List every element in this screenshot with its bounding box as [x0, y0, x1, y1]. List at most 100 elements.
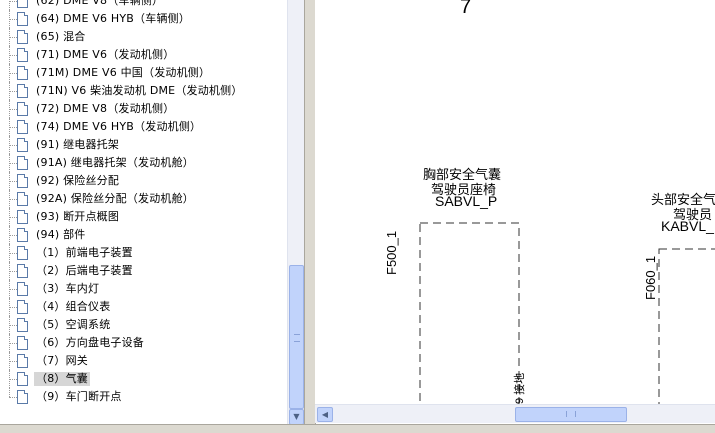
- document-icon: [17, 138, 28, 152]
- tree-item-label: (72) DME V8（发动机侧）: [36, 102, 175, 115]
- tree-connector-line: [9, 271, 17, 272]
- tree-item-label: （1）前端电子装置: [36, 246, 133, 259]
- tree-item-label: （6）方向盘电子设备: [36, 336, 144, 349]
- tree-item[interactable]: (91A) 继电器托架（发动机舱）: [0, 154, 287, 172]
- tree-item-label: （5）空调系统: [36, 318, 111, 331]
- tree-item-label: (93) 断开点概图: [36, 210, 120, 223]
- document-icon: [17, 354, 28, 368]
- tree-item-label: (94) 部件: [36, 228, 86, 241]
- tree-item[interactable]: (65) 混合: [0, 28, 287, 46]
- tree-connector-line: [9, 55, 17, 56]
- tree-item[interactable]: （2）后端电子装置: [0, 262, 287, 280]
- tree-item-label: （3）车内灯: [36, 282, 100, 295]
- tree-item[interactable]: (92A) 保险丝分配（发动机舱）: [0, 190, 287, 208]
- document-icon: [17, 0, 28, 8]
- tree-item[interactable]: (71) DME V6（发动机侧）: [0, 46, 287, 64]
- tree-connector-line: [9, 37, 17, 38]
- tree-connector-line: [9, 235, 17, 236]
- tree-connector-line: [9, 325, 17, 326]
- tree-item[interactable]: （4）组合仪表: [0, 298, 287, 316]
- tree-connector-line: [9, 307, 17, 308]
- tree-item[interactable]: （6）方向盘电子设备: [0, 334, 287, 352]
- tree-item-label: (71) DME V6（发动机侧）: [36, 48, 175, 61]
- tree-connector-line: [9, 289, 17, 290]
- tree-connector-line: [9, 163, 17, 164]
- tree-item-label: (71N) V6 柴油发动机 DME（发动机侧）: [36, 84, 243, 97]
- tree-item[interactable]: (94) 部件: [0, 226, 287, 244]
- tree-connector-line: [9, 217, 17, 218]
- document-icon: [17, 246, 28, 260]
- tree-item[interactable]: (93) 断开点概图: [0, 208, 287, 226]
- document-icon: [17, 48, 28, 62]
- document-icon: [17, 192, 28, 206]
- tree-item[interactable]: （1）前端电子装置: [0, 244, 287, 262]
- tree-pane: (62) DME V8（车辆侧） (64) DME V6 HYB（车辆侧） (65)…: [0, 0, 287, 432]
- tree-connector-line: [9, 397, 17, 398]
- document-icon: [17, 300, 28, 314]
- tree-item[interactable]: (74) DME V6 HYB（发动机侧）: [0, 118, 287, 136]
- diagram-horizontal-scrollbar[interactable]: ◀: [315, 404, 715, 423]
- scroll-down-button[interactable]: ▼: [289, 409, 304, 425]
- document-icon: [17, 390, 28, 404]
- document-icon: [17, 336, 28, 350]
- tree-item-label: (92) 保险丝分配: [36, 174, 120, 187]
- tree-connector-line: [9, 91, 17, 92]
- tree-item[interactable]: （9）车门断开点: [0, 388, 287, 406]
- tree-item[interactable]: （8）气囊: [0, 370, 287, 388]
- tree-connector-line: [9, 19, 17, 20]
- document-icon: [17, 264, 28, 278]
- document-icon: [17, 66, 28, 80]
- tree-item[interactable]: （3）车内灯: [0, 280, 287, 298]
- tree-item[interactable]: (71M) DME V6 中国（发动机侧）: [0, 64, 287, 82]
- tree-item[interactable]: (62) DME V8（车辆侧）: [0, 0, 287, 10]
- tree-item-label: (65) 混合: [36, 30, 86, 43]
- tree-connector-line: [9, 388, 10, 397]
- tree-item[interactable]: （5）空调系统: [0, 316, 287, 334]
- tree-item[interactable]: (64) DME V6 HYB（车辆侧）: [0, 10, 287, 28]
- document-icon: [17, 156, 28, 170]
- tree-item[interactable]: (71N) V6 柴油发动机 DME（发动机侧）: [0, 82, 287, 100]
- tree-connector-line: [9, 127, 17, 128]
- tree-item[interactable]: (72) DME V8（发动机侧）: [0, 100, 287, 118]
- page-number: 7: [460, 0, 472, 18]
- tree-scroll-thumb[interactable]: [289, 265, 304, 409]
- scroll-grip-icon: [566, 411, 576, 417]
- arrow-left-icon: ◀: [321, 410, 329, 419]
- tree-connector-line: [9, 379, 17, 380]
- tree-connector-line: [9, 109, 17, 110]
- tree-item-label: (92A) 保险丝分配（发动机舱）: [36, 192, 195, 205]
- tree-item[interactable]: （7）网关: [0, 352, 287, 370]
- tree-connector-line: [9, 343, 17, 344]
- tree-item-label: （4）组合仪表: [36, 300, 111, 313]
- tree-item-label: (91) 继电器托架: [36, 138, 120, 151]
- scroll-left-button[interactable]: ◀: [317, 407, 333, 422]
- tree-connector-line: [9, 181, 17, 182]
- tree-item[interactable]: (91) 继电器托架: [0, 136, 287, 154]
- tree-item-label: (91A) 继电器托架（发动机舱）: [36, 156, 195, 169]
- scroll-grip-icon: [294, 334, 300, 342]
- tree-item-label: (62) DME V8（车辆侧）: [36, 0, 164, 7]
- document-icon: [17, 282, 28, 296]
- diagram-scroll-thumb[interactable]: [515, 407, 627, 422]
- tree-item-label: （7）网关: [36, 354, 88, 367]
- document-icon: [17, 120, 28, 134]
- component-left-code: SABVL_P: [435, 193, 498, 209]
- document-icon: [17, 174, 28, 188]
- document-icon: [17, 228, 28, 242]
- document-icon: [17, 102, 28, 116]
- fuse-right-label: F060_1: [643, 255, 658, 300]
- tree-item-label: （9）车门断开点: [36, 390, 122, 403]
- tree-connector-line: [9, 145, 17, 146]
- component-left-box: [419, 222, 520, 404]
- document-icon: [17, 84, 28, 98]
- arrow-down-icon: ▼: [293, 412, 300, 421]
- tree-item-label: (74) DME V6 HYB（发动机侧）: [36, 120, 202, 133]
- wiring-diagram-pane: 7 胸部安全气囊 驾驶员座椅 SABVL_P F500_1 9 接地 头部安全气…: [315, 0, 715, 404]
- tree-vertical-scrollbar[interactable]: ▼: [287, 0, 304, 432]
- tree-list: (62) DME V8（车辆侧） (64) DME V6 HYB（车辆侧） (65)…: [0, 0, 287, 406]
- tree-item[interactable]: (92) 保险丝分配: [0, 172, 287, 190]
- tree-connector-line: [9, 199, 17, 200]
- tree-connector-line: [9, 73, 17, 74]
- document-icon: [17, 318, 28, 332]
- tree-connector-line: [9, 1, 17, 2]
